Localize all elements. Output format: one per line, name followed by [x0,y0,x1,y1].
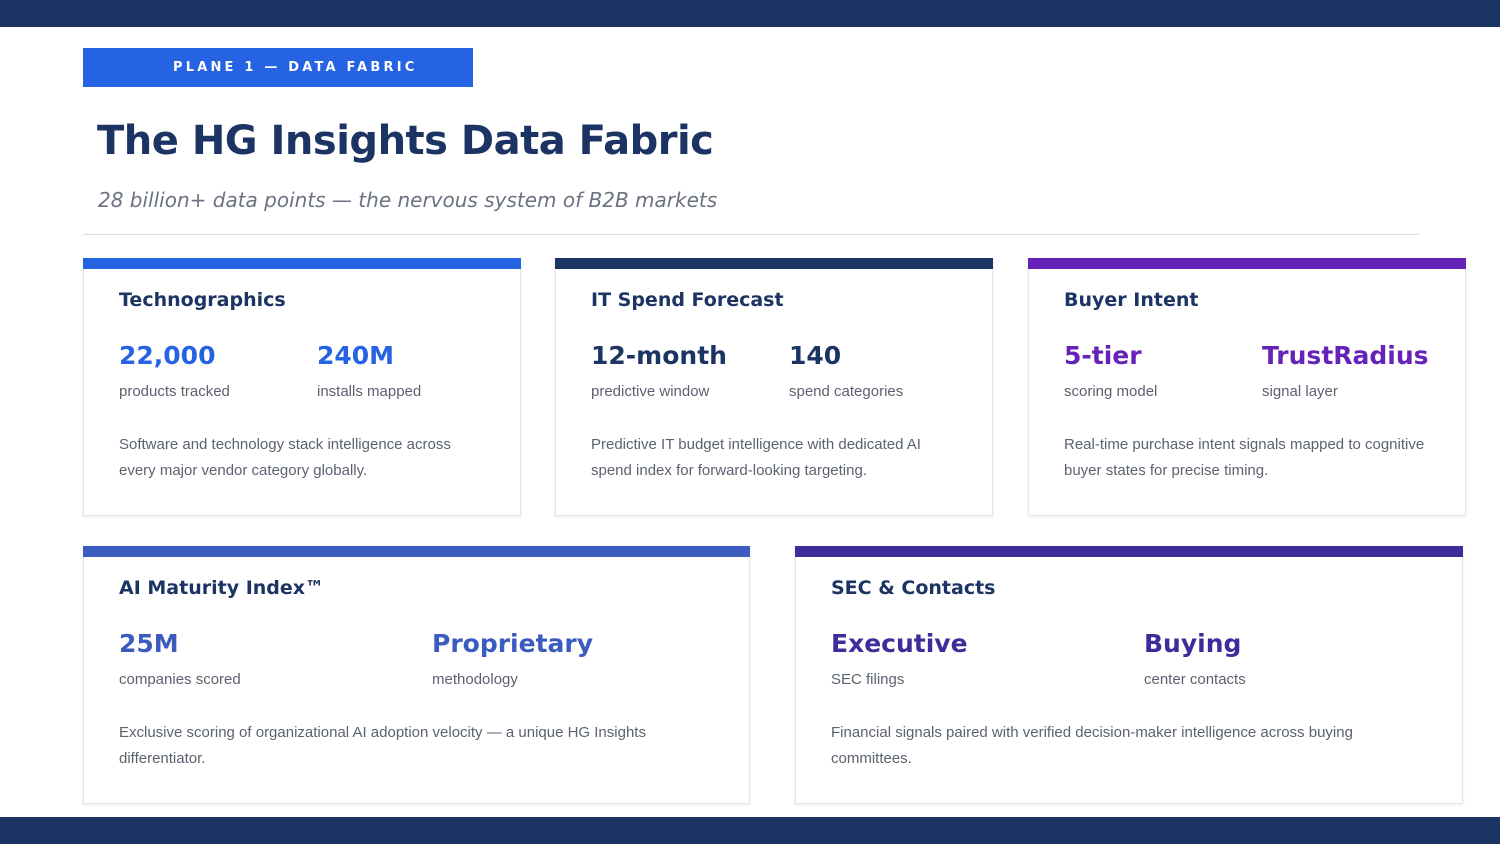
card-description: Real-time purchase intent signals mapped… [1064,436,1425,479]
card-accent-bar [83,546,750,557]
stat-value: 12-month [591,341,727,370]
card-title: AI Maturity Index™ [119,577,325,599]
stat-label: products tracked [119,383,230,400]
stat-label: spend categories [789,383,904,400]
stat-primary: Executive SEC filings [831,628,968,690]
card-description: Financial signals paired with verified d… [831,724,1353,767]
card-description: Software and technology stack intelligen… [119,436,451,479]
top-bar [0,0,1500,27]
stat-label: SEC filings [831,671,905,688]
stat-value: 25M [119,629,179,658]
card-description: Predictive IT budget intelligence with d… [591,436,921,479]
stat-value: Buying [1144,629,1242,658]
stat-value: 140 [789,341,842,370]
stat-secondary: 240M installs mapped [317,340,421,402]
card-accent-bar [555,258,993,269]
stat-secondary: Proprietary methodology [432,628,593,690]
card-title: SEC & Contacts [831,577,996,599]
stat-label: installs mapped [317,383,422,400]
stat-value: TrustRadius [1262,341,1429,370]
page-title: The HG Insights Data Fabric [97,118,714,164]
stat-label: companies scored [119,671,241,688]
stat-primary: 5-tier scoring model [1064,340,1157,402]
card-title: IT Spend Forecast [591,289,784,311]
stat-label: scoring model [1064,383,1158,400]
stat-value: 22,000 [119,341,216,370]
card-buyer-intent: Buyer Intent 5-tier scoring model TrustR… [1028,258,1466,516]
stat-secondary: Buying center contacts [1144,628,1246,690]
stat-value: 5-tier [1064,341,1142,370]
page-subtitle: 28 billion+ data points — the nervous sy… [98,188,718,212]
stat-primary: 22,000 products tracked [119,340,230,402]
card-description: Exclusive scoring of organizational AI a… [119,724,646,767]
card-accent-bar [83,258,521,269]
stat-primary: 12-month predictive window [591,340,727,402]
card-accent-bar [795,546,1463,557]
card-technographics: Technographics 22,000 products tracked 2… [83,258,521,516]
stat-label: predictive window [591,383,710,400]
stat-value: 240M [317,341,395,370]
card-accent-bar [1028,258,1466,269]
section-badge: PLANE 1 — DATA FABRIC [83,48,473,87]
card-title: Technographics [119,289,286,311]
bottom-bar [0,817,1500,844]
header-divider [83,234,1419,235]
card-ai-maturity-index: AI Maturity Index™ 25M companies scored … [83,546,750,804]
stat-label: signal layer [1262,383,1338,400]
stat-label: methodology [432,671,518,688]
stat-label: center contacts [1144,671,1246,688]
stat-secondary: 140 spend categories [789,340,903,402]
card-it-spend-forecast: IT Spend Forecast 12-month predictive wi… [555,258,993,516]
stat-value: Proprietary [432,629,594,658]
stat-value: Executive [831,629,968,658]
card-sec-contacts: SEC & Contacts Executive SEC filings Buy… [795,546,1463,804]
stat-secondary: TrustRadius signal layer [1262,340,1429,402]
card-title: Buyer Intent [1064,289,1199,311]
stat-primary: 25M companies scored [119,628,241,690]
